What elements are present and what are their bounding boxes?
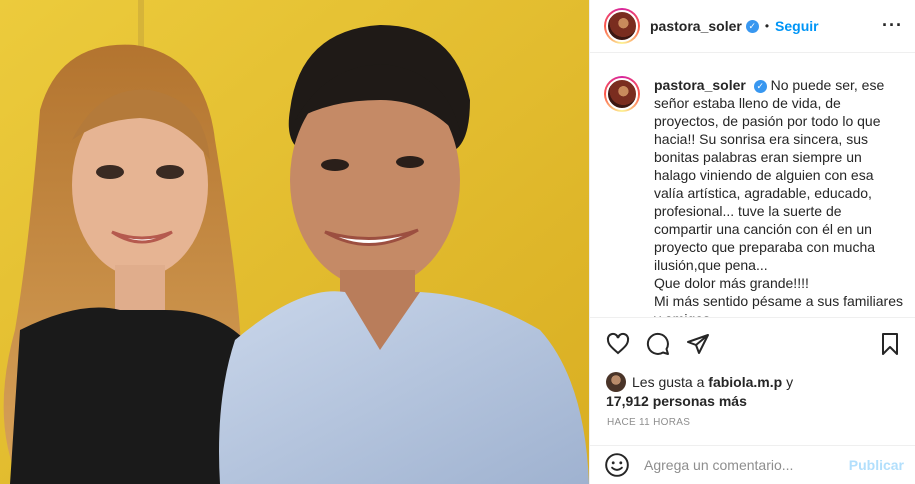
caption-block: pastora_soler ✓ No puede ser, ese señor … xyxy=(590,53,915,317)
post-timestamp[interactable]: HACE 11 HORAS xyxy=(607,417,690,428)
comment-icon[interactable] xyxy=(644,330,672,358)
publish-button[interactable]: Publicar xyxy=(849,457,904,473)
likes-count[interactable]: 17,912 personas más xyxy=(606,393,747,409)
liker-avatar[interactable] xyxy=(606,372,626,392)
heart-icon[interactable] xyxy=(604,330,632,358)
likes-prefix: Les gusta a xyxy=(632,374,705,390)
verified-badge-icon: ✓ xyxy=(753,79,767,93)
liker-username[interactable]: fabiola.m.p xyxy=(708,374,782,390)
likes-summary: Les gusta a fabiola.m.p y 17,912 persona… xyxy=(606,372,906,411)
post-actions-bar xyxy=(590,317,915,369)
comment-input[interactable] xyxy=(644,457,849,473)
post-photo[interactable] xyxy=(0,0,589,484)
bookmark-icon[interactable] xyxy=(876,330,904,358)
likes-conjunction: y xyxy=(786,374,794,390)
caption-body: No puede ser, ese señor estaba lleno de … xyxy=(654,77,885,273)
caption-line-3: Mi más sentido pésame a sus familiares y… xyxy=(654,293,903,317)
header-separator: • xyxy=(764,19,770,33)
more-horizontal-icon[interactable]: ··· xyxy=(882,16,903,34)
caption-author-username[interactable]: pastora_soler xyxy=(654,77,746,93)
post-header: pastora_soler ✓ • Seguir ··· xyxy=(590,0,915,53)
post-photo-image xyxy=(0,0,589,484)
follow-button[interactable]: Seguir xyxy=(775,18,819,34)
emoji-icon[interactable] xyxy=(604,452,630,478)
author-avatar[interactable] xyxy=(604,8,640,44)
author-username[interactable]: pastora_soler xyxy=(650,18,742,34)
caption-text: pastora_soler ✓ No puede ser, ese señor … xyxy=(654,76,903,317)
post-sidebar: pastora_soler ✓ • Seguir ··· pastora_sol… xyxy=(589,0,915,484)
caption-line-2: Que dolor más grande!!!! xyxy=(654,275,809,291)
add-comment-bar: Publicar xyxy=(590,445,915,484)
share-icon[interactable] xyxy=(684,330,712,358)
caption-author-avatar[interactable] xyxy=(604,76,640,112)
verified-badge-icon: ✓ xyxy=(745,19,759,33)
